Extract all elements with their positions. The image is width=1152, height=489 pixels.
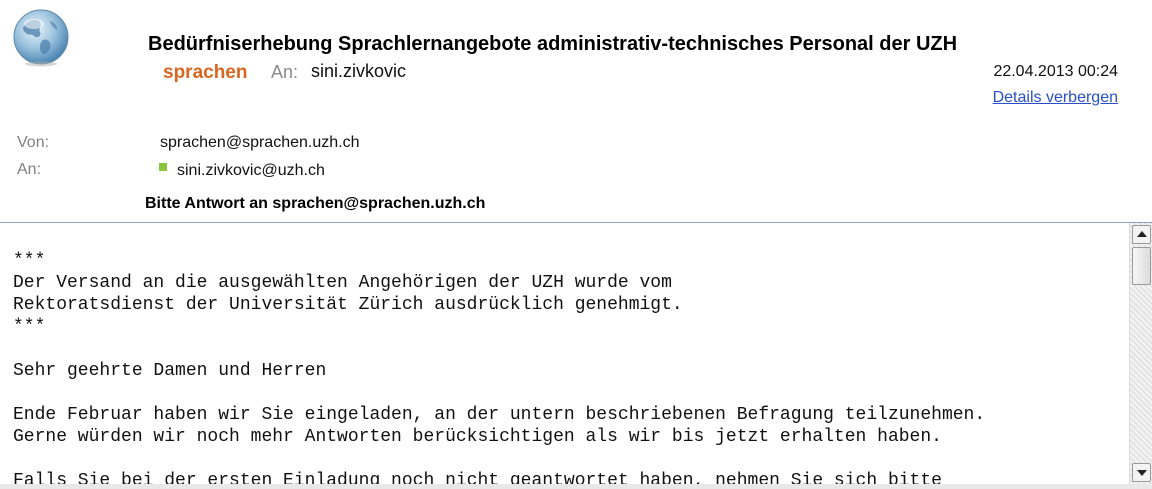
scroll-thumb[interactable]	[1132, 247, 1151, 285]
to-address[interactable]: sini.zivkovic@uzh.ch	[177, 162, 325, 180]
message-date: 22.04.2013 00:24	[993, 63, 1118, 80]
from-label: Von:	[17, 134, 50, 151]
scroll-down-button[interactable]	[1132, 463, 1151, 482]
message-subject: Bedürfniserhebung Sprachlernangebote adm…	[148, 33, 958, 55]
arrow-up-icon	[1137, 231, 1147, 237]
reply-to-notice: Bitte Antwort an sprachen@sprachen.uzh.c…	[145, 195, 486, 212]
message-body: *** Der Versand an die ausgewählten Ange…	[0, 223, 1128, 489]
scroll-up-button[interactable]	[1132, 225, 1151, 244]
online-status-icon	[159, 163, 167, 171]
message-body-text: *** Der Versand an die ausgewählten Ange…	[13, 251, 986, 489]
window-bottom-edge	[0, 484, 1152, 489]
globe-icon	[13, 9, 69, 67]
recipient-summary[interactable]: sini.zivkovic	[311, 61, 406, 82]
from-address[interactable]: sprachen@sprachen.uzh.ch	[160, 134, 359, 152]
sender-name[interactable]: sprachen	[163, 62, 247, 84]
message-header: Bedürfniserhebung Sprachlernangebote adm…	[0, 0, 1152, 222]
to-label: An:	[17, 161, 42, 178]
arrow-down-icon	[1137, 470, 1147, 476]
hide-details-link[interactable]: Details verbergen	[993, 89, 1118, 107]
vertical-scrollbar[interactable]	[1129, 223, 1152, 484]
to-label-summary: An:	[271, 62, 299, 82]
